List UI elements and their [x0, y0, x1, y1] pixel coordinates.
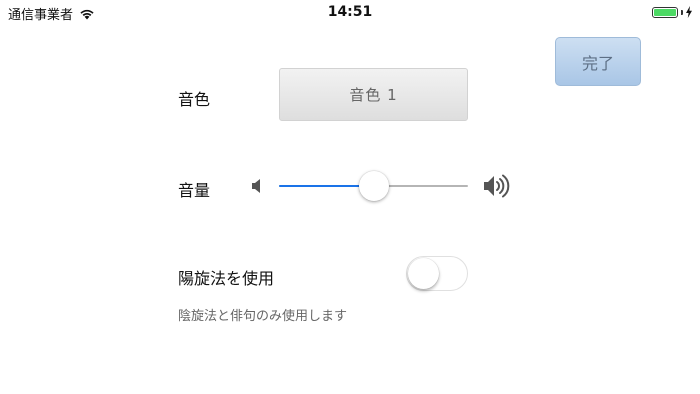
yang-mode-label: 陽旋法を使用: [178, 269, 275, 288]
bolt-icon: [686, 6, 692, 18]
volume-slider-thumb[interactable]: [358, 171, 389, 201]
status-bar: 通信事業者 14:51: [0, 0, 700, 26]
battery-icon: [652, 6, 678, 18]
speaker-high-icon: [484, 174, 510, 198]
timbre-select-button[interactable]: 音色 1: [279, 68, 468, 121]
done-button[interactable]: 完了: [555, 37, 641, 86]
yang-mode-toggle-knob: [408, 258, 439, 289]
battery-tip: [681, 9, 683, 15]
volume-slider[interactable]: [279, 171, 468, 201]
yang-mode-toggle[interactable]: [406, 256, 468, 291]
status-time: 14:51: [327, 4, 373, 20]
timbre-label: 音色: [178, 90, 211, 109]
volume-label: 音量: [178, 181, 211, 200]
yang-mode-description: 陰旋法と俳句のみ使用します: [178, 309, 348, 324]
settings-screen: 通信事業者 14:51 完了 音色 音色 1 音量 陽旋法を使用 陰旋法と俳句の…: [0, 0, 700, 394]
speaker-low-icon: [252, 179, 260, 193]
battery-indicator: [652, 6, 692, 18]
battery-fill: [654, 8, 676, 16]
